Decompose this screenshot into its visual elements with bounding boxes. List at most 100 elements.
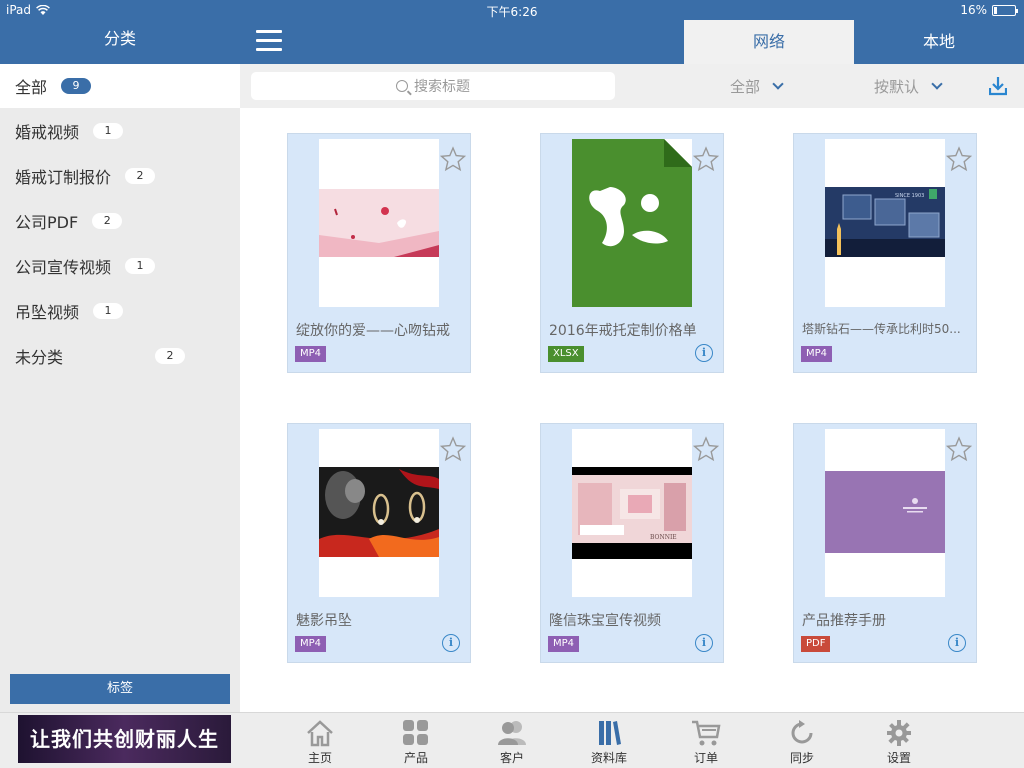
nav-label: 订单 xyxy=(693,751,718,765)
count-badge: 9 xyxy=(61,78,92,94)
download-icon[interactable] xyxy=(989,76,1007,96)
nav-orders[interactable]: 订单 xyxy=(676,719,736,767)
file-title: 隆信珠宝宣传视频 xyxy=(549,613,661,629)
count-badge: 1 xyxy=(93,303,124,319)
sort-value: 按默认 xyxy=(874,78,920,96)
home-icon xyxy=(307,720,333,747)
chevron-down-icon xyxy=(931,78,943,90)
video-thumbnail: SINCE 1903 xyxy=(825,139,945,307)
svg-text:BONNIE: BONNIE xyxy=(650,534,677,541)
tab-local[interactable]: 本地 xyxy=(854,20,1024,64)
sidebar-title: 分类 xyxy=(103,29,136,48)
chevron-down-icon xyxy=(772,78,784,90)
nav-label: 资料库 xyxy=(590,751,627,765)
nav-label: 同步 xyxy=(789,751,814,765)
category-label: 婚戒订制报价 xyxy=(15,168,112,187)
count-badge: 2 xyxy=(92,213,123,229)
info-icon[interactable]: i xyxy=(442,634,460,652)
star-icon[interactable] xyxy=(946,436,972,462)
file-grid: 绽放你的爱——心吻钻戒 MP4 2016年戒托定制价格单 XLSX i SINC… xyxy=(240,108,1024,712)
type-filter-dropdown[interactable]: 全部 xyxy=(730,76,784,97)
file-title: 2016年戒托定制价格单 xyxy=(549,323,697,339)
file-card[interactable]: SINCE 1903 塔斯钻石——传承比利时50... MP4 xyxy=(793,133,977,373)
bottom-tab-bar: 让我们共创财丽人生 主页 产品 客户 资料库 订单 同步 设置 xyxy=(0,712,1024,768)
status-bar: iPad 下午6:26 16% xyxy=(0,0,1024,20)
star-icon[interactable] xyxy=(440,146,466,172)
info-icon[interactable]: i xyxy=(948,634,966,652)
file-card[interactable]: 2016年戒托定制价格单 XLSX i xyxy=(540,133,724,373)
category-item-company-video[interactable]: 公司宣传视频 1 xyxy=(0,244,240,288)
library-icon xyxy=(599,721,621,745)
nav-label: 产品 xyxy=(403,751,428,765)
file-type-badge: MP4 xyxy=(295,346,327,362)
sort-dropdown[interactable]: 按默认 xyxy=(874,76,943,97)
pdf-thumbnail xyxy=(825,429,945,597)
cart-icon xyxy=(692,720,721,746)
file-title: 魅影吊坠 xyxy=(296,613,352,629)
file-card[interactable]: 产品推荐手册 PDF i xyxy=(793,423,977,663)
file-title: 产品推荐手册 xyxy=(802,613,886,629)
file-type-badge: MP4 xyxy=(801,346,833,362)
file-title: 绽放你的爱——心吻钻戒 xyxy=(296,323,450,339)
clock: 下午6:26 xyxy=(486,5,538,19)
category-item-all[interactable]: 全部 9 xyxy=(0,64,240,108)
video-thumbnail xyxy=(319,429,439,597)
nav-home[interactable]: 主页 xyxy=(290,719,350,767)
nav-label: 主页 xyxy=(307,751,332,765)
category-item-uncategorized[interactable]: 未分类 2 xyxy=(0,334,240,378)
search-input[interactable]: 搜索标题 xyxy=(251,72,615,100)
tab-network[interactable]: 网络 xyxy=(684,20,854,64)
menu-button[interactable] xyxy=(256,30,284,54)
filter-bar: 搜索标题 全部 按默认 xyxy=(240,64,1024,108)
promo-banner[interactable]: 让我们共创财丽人生 xyxy=(18,715,231,763)
category-label: 未分类 xyxy=(15,348,64,367)
category-label: 婚戒视频 xyxy=(15,123,80,142)
video-thumbnail: BONNIE xyxy=(572,429,692,597)
tags-button[interactable]: 标签 xyxy=(10,674,230,704)
nav-library[interactable]: 资料库 xyxy=(579,719,639,767)
nav-label: 客户 xyxy=(499,751,524,765)
type-filter-value: 全部 xyxy=(730,78,761,96)
file-card[interactable]: 绽放你的爱——心吻钻戒 MP4 xyxy=(287,133,471,373)
users-icon xyxy=(498,721,526,745)
star-icon[interactable] xyxy=(440,436,466,462)
file-type-badge: XLSX xyxy=(548,346,584,362)
count-badge: 1 xyxy=(93,123,124,139)
file-type-badge: MP4 xyxy=(295,636,327,652)
file-title: 塔斯钻石——传承比利时50... xyxy=(802,322,961,336)
xlsx-thumbnail xyxy=(572,139,692,307)
count-badge: 2 xyxy=(155,348,185,364)
search-placeholder: 搜索标题 xyxy=(414,79,470,95)
nav-products[interactable]: 产品 xyxy=(386,719,446,767)
nav-customers[interactable]: 客户 xyxy=(482,719,542,767)
category-sidebar: 全部 9 婚戒视频 1 婚戒订制报价 2 公司PDF 2 公司宣传视频 1 吊坠… xyxy=(0,64,240,712)
nav-sync[interactable]: 同步 xyxy=(772,719,832,767)
nav-label: 设置 xyxy=(886,751,911,765)
category-item-wedding-ring-video[interactable]: 婚戒视频 1 xyxy=(0,109,240,153)
file-card[interactable]: 魅影吊坠 MP4 i xyxy=(287,423,471,663)
top-bar: 分类 网络 本地 xyxy=(0,20,1024,64)
sync-icon xyxy=(791,720,813,744)
search-icon xyxy=(396,80,408,92)
video-thumbnail xyxy=(319,139,439,307)
hamburger-icon xyxy=(256,30,282,33)
category-item-ring-quote[interactable]: 婚戒订制报价 2 xyxy=(0,154,240,198)
file-type-badge: PDF xyxy=(801,636,831,652)
category-label: 公司PDF xyxy=(15,213,79,232)
category-label: 全部 xyxy=(15,78,48,97)
star-icon[interactable] xyxy=(693,436,719,462)
count-badge: 2 xyxy=(125,168,156,184)
battery-percent: 16% xyxy=(960,3,987,17)
file-card[interactable]: BONNIE 隆信珠宝宣传视频 MP4 i xyxy=(540,423,724,663)
battery-icon xyxy=(992,4,1018,16)
category-item-pendant-video[interactable]: 吊坠视频 1 xyxy=(0,289,240,333)
star-icon[interactable] xyxy=(946,146,972,172)
category-label: 吊坠视频 xyxy=(15,303,80,322)
nav-settings[interactable]: 设置 xyxy=(869,719,929,767)
category-item-company-pdf[interactable]: 公司PDF 2 xyxy=(0,199,240,243)
info-icon[interactable]: i xyxy=(695,344,713,362)
count-badge: 1 xyxy=(125,258,156,274)
file-type-badge: MP4 xyxy=(548,636,580,652)
info-icon[interactable]: i xyxy=(695,634,713,652)
star-icon[interactable] xyxy=(693,146,719,172)
